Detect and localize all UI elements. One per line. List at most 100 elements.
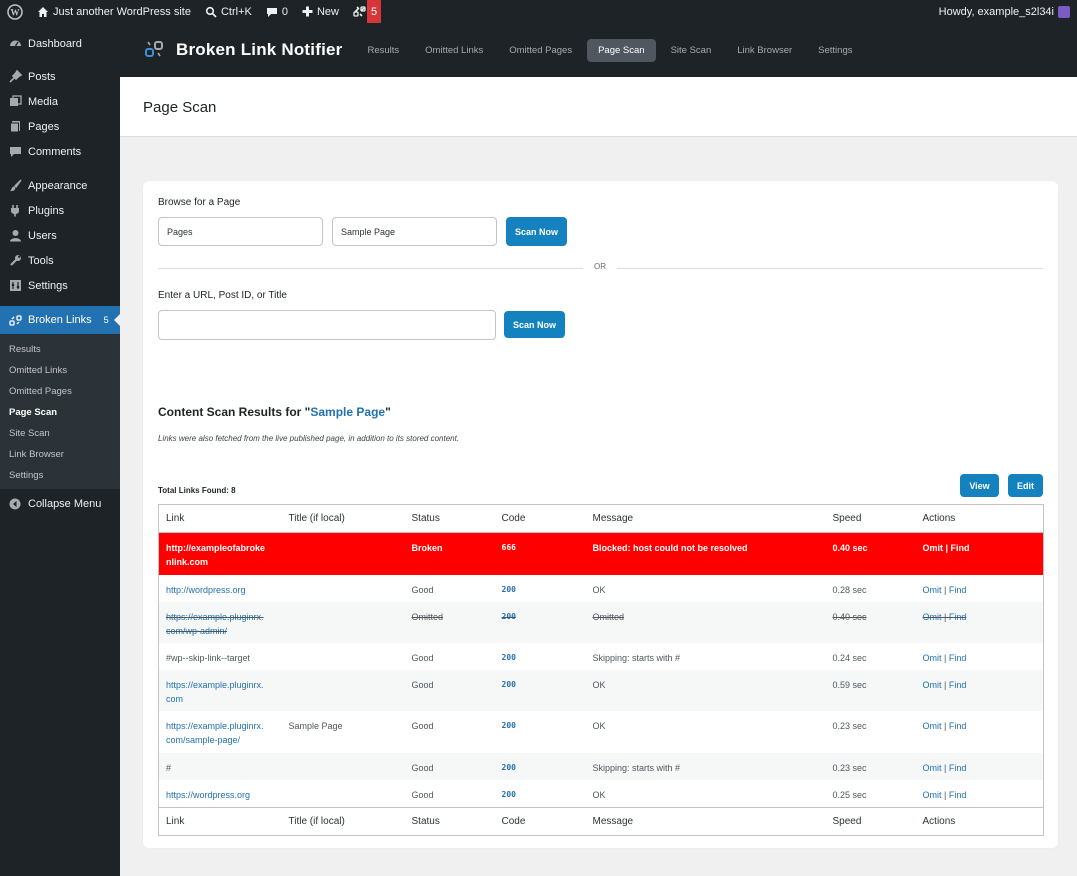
table-row: http://wordpress.org Good 200 OK 0.28 se…	[159, 575, 1044, 602]
table-row: http://exampleofabroke nlink.com Broken …	[158, 532, 1044, 575]
results-heading-prefix: Content Scan Results for "	[158, 405, 311, 419]
menu-item-dashboard[interactable]: Dashboard	[0, 31, 120, 56]
tab-omitted-links[interactable]: Omitted Links	[414, 39, 494, 62]
status-code-link[interactable]: 200	[502, 763, 516, 772]
broken-link-icon	[353, 6, 366, 17]
omit-link[interactable]: Omit	[923, 763, 942, 773]
tab-link-browser[interactable]: Link Browser	[726, 39, 803, 62]
col-header-actions: Actions	[915, 504, 1044, 533]
command-palette-button[interactable]: Ctrl+K	[198, 0, 259, 23]
menu-item-broken-links[interactable]: Broken Links 5	[0, 306, 120, 334]
my-account-link[interactable]: Howdy, example_s2l34i	[932, 0, 1077, 23]
link-speed: 0.59 sec	[825, 669, 916, 711]
submenu-item-omitted-pages[interactable]: Omitted Pages	[0, 381, 120, 402]
menu-label-media: Media	[28, 95, 58, 108]
menu-item-users[interactable]: Users	[0, 223, 120, 248]
omit-link[interactable]: Omit	[923, 612, 942, 622]
link-message: OK	[592, 789, 606, 800]
menu-label-tools: Tools	[28, 254, 54, 267]
or-separator: OR	[583, 262, 617, 271]
link-url[interactable]: https://wordpress.org	[166, 790, 250, 800]
find-link[interactable]: Find	[949, 763, 967, 773]
wordpress-logo[interactable]: W	[0, 0, 30, 23]
submenu-item-results[interactable]: Results	[0, 339, 120, 360]
submenu-item-page-scan[interactable]: Page Scan	[0, 402, 120, 423]
browse-scan-now-button[interactable]: Scan Now	[506, 217, 567, 246]
menu-item-pages[interactable]: Pages	[0, 114, 120, 139]
find-link[interactable]: Find	[949, 790, 967, 800]
broken-links-adminbar-link[interactable]: 5	[346, 0, 382, 23]
omit-link[interactable]: Omit	[923, 653, 942, 663]
menu-item-appearance[interactable]: Appearance	[0, 173, 120, 198]
menu-item-comments[interactable]: Comments	[0, 139, 120, 164]
link-url[interactable]: http://exampleofabroke nlink.com	[166, 543, 265, 567]
tab-omitted-pages[interactable]: Omitted Pages	[498, 39, 583, 62]
menu-item-tools[interactable]: Tools	[0, 248, 120, 273]
url-input[interactable]	[158, 310, 496, 340]
page-select[interactable]: Sample Page	[332, 217, 497, 246]
view-button[interactable]: View	[960, 474, 999, 497]
status-code-link[interactable]: 666	[502, 543, 516, 552]
new-content-link[interactable]: New	[295, 0, 346, 23]
menu-item-posts[interactable]: Posts	[0, 64, 120, 89]
submenu-item-link-browser[interactable]: Link Browser	[0, 444, 120, 465]
status-code-link[interactable]: 200	[502, 721, 516, 730]
find-link[interactable]: Find	[949, 653, 967, 663]
link-url[interactable]: http://wordpress.org	[166, 585, 246, 595]
broken-links-badge: 5	[366, 0, 382, 23]
link-speed: 0.40 sec	[825, 601, 916, 643]
search-shortcut: Ctrl+K	[220, 5, 252, 18]
omit-link[interactable]: Omit	[923, 585, 942, 595]
find-link[interactable]: Find	[949, 612, 967, 622]
results-page-link[interactable]: Sample Page	[310, 405, 385, 419]
find-link[interactable]: Find	[949, 680, 967, 690]
link-message: Blocked: host could not be resolved	[585, 532, 826, 575]
link-message: OK	[585, 669, 826, 711]
link-title	[281, 532, 405, 575]
status-code-link[interactable]: 200	[502, 790, 516, 799]
link-url[interactable]: https://example.pluginrx. com/sample-pag…	[166, 721, 264, 745]
submenu-item-site-scan[interactable]: Site Scan	[0, 423, 120, 444]
menu-item-plugins[interactable]: Plugins	[0, 198, 120, 223]
collapse-menu-button[interactable]: Collapse Menu	[0, 491, 120, 516]
find-link[interactable]: Find	[949, 585, 967, 595]
link-status: Good	[404, 752, 495, 780]
status-code-link[interactable]: 200	[502, 653, 516, 662]
url-scan-now-button[interactable]: Scan Now	[504, 311, 565, 338]
pages-icon	[8, 120, 22, 134]
page-scan-card: Browse for a Page Pages Sample Page Scan…	[143, 181, 1058, 848]
tab-settings[interactable]: Settings	[807, 39, 863, 62]
link-status: Good	[411, 652, 434, 663]
page-title-bar: Page Scan	[120, 77, 1077, 137]
avatar	[1058, 5, 1070, 18]
col-footer-title: Title (if local)	[281, 806, 405, 835]
status-code-link[interactable]: 200	[502, 585, 516, 594]
omit-link[interactable]: Omit	[923, 680, 942, 690]
tab-results[interactable]: Results	[356, 39, 410, 62]
table-row: #wp--skip-link--target Good 200 Skipping…	[159, 643, 1044, 670]
status-code-link[interactable]: 200	[502, 612, 516, 621]
link-title	[281, 601, 405, 643]
menu-item-media[interactable]: Media	[0, 89, 120, 114]
link-url[interactable]: https://example.pluginrx. com	[166, 680, 264, 704]
comments-link[interactable]: 0	[259, 0, 295, 23]
find-link[interactable]: Find	[951, 543, 970, 553]
omit-link[interactable]: Omit	[923, 790, 942, 800]
post-type-select[interactable]: Pages	[158, 217, 323, 246]
omit-link[interactable]: Omit	[923, 543, 944, 553]
status-code-link[interactable]: 200	[502, 680, 516, 689]
menu-item-settings[interactable]: Settings	[0, 273, 120, 298]
plus-icon	[302, 6, 313, 17]
table-footer-row: Link Title (if local) Status Code Messag…	[158, 806, 1044, 835]
tab-site-scan[interactable]: Site Scan	[660, 39, 723, 62]
link-url[interactable]: https://example.pluginrx. com/wp-admin/	[166, 612, 264, 636]
edit-button[interactable]: Edit	[1008, 474, 1043, 497]
link-message: Skipping: starts with #	[585, 752, 826, 780]
omit-link[interactable]: Omit	[923, 721, 942, 731]
tab-page-scan[interactable]: Page Scan	[587, 38, 656, 62]
col-header-speed: Speed	[825, 504, 916, 533]
submenu-item-omitted-links[interactable]: Omitted Links	[0, 360, 120, 381]
site-name-link[interactable]: Just another WordPress site	[30, 0, 198, 23]
find-link[interactable]: Find	[949, 721, 967, 731]
submenu-item-settings[interactable]: Settings	[0, 465, 120, 486]
